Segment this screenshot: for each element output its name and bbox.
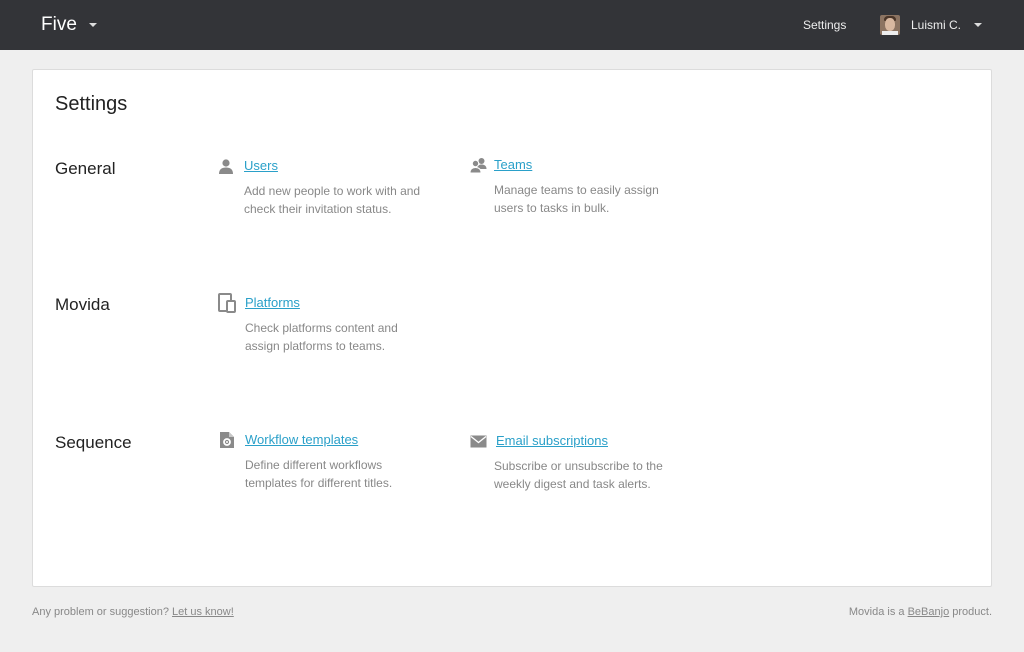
users-description: Add new people to work with and check th… bbox=[244, 184, 421, 216]
platforms-link[interactable]: Platforms bbox=[245, 295, 300, 311]
platforms-description: Check platforms content and assign platf… bbox=[245, 321, 398, 353]
feedback-link[interactable]: Let us know! bbox=[172, 606, 234, 618]
devices-icon bbox=[218, 293, 236, 313]
avatar bbox=[880, 15, 900, 35]
email-subscriptions-link[interactable]: Email subscriptions bbox=[496, 433, 608, 449]
footer-feedback-text: Any problem or suggestion? bbox=[32, 606, 169, 618]
workflow-templates-description: Define different workflows templates for… bbox=[245, 458, 393, 490]
users-link[interactable]: Users bbox=[244, 158, 278, 174]
top-navbar: Five Settings Luismi C. bbox=[0, 0, 1024, 50]
document-gear-icon bbox=[218, 431, 236, 449]
footer-credits-prefix: Movida is a bbox=[848, 606, 905, 618]
section-title-sequence: Sequence bbox=[55, 433, 132, 452]
email-subscriptions-description: Subscribe or unsubscribe to the weekly d… bbox=[494, 459, 663, 491]
app-switcher[interactable]: Five bbox=[41, 13, 97, 37]
user-icon bbox=[217, 157, 235, 175]
section-title-general: General bbox=[55, 159, 116, 178]
user-menu[interactable]: Luismi C. bbox=[880, 15, 983, 35]
chevron-down-icon bbox=[88, 23, 97, 27]
app-name: Five bbox=[41, 14, 77, 35]
envelope-icon bbox=[469, 432, 487, 450]
chevron-down-icon bbox=[974, 23, 983, 27]
user-name: Luismi C. bbox=[911, 18, 962, 32]
section-title-movida: Movida bbox=[55, 295, 110, 314]
workflow-templates-link[interactable]: Workflow templates bbox=[245, 432, 358, 448]
nav-settings-link[interactable]: Settings bbox=[803, 17, 846, 33]
footer-credits-suffix: product. bbox=[952, 606, 992, 618]
teams-link[interactable]: Teams bbox=[494, 157, 532, 173]
bebanjo-link[interactable]: BeBanjo bbox=[908, 606, 950, 618]
settings-panel: Settings General Users Add new people to… bbox=[32, 69, 992, 587]
team-icon bbox=[469, 156, 487, 174]
footer-credits: Movida is a BeBanjo product. bbox=[849, 605, 992, 619]
page-title: Settings bbox=[55, 93, 128, 115]
teams-description: Manage teams to easily assign users to t… bbox=[494, 183, 659, 215]
footer-feedback: Any problem or suggestion? Let us know! bbox=[32, 605, 234, 619]
